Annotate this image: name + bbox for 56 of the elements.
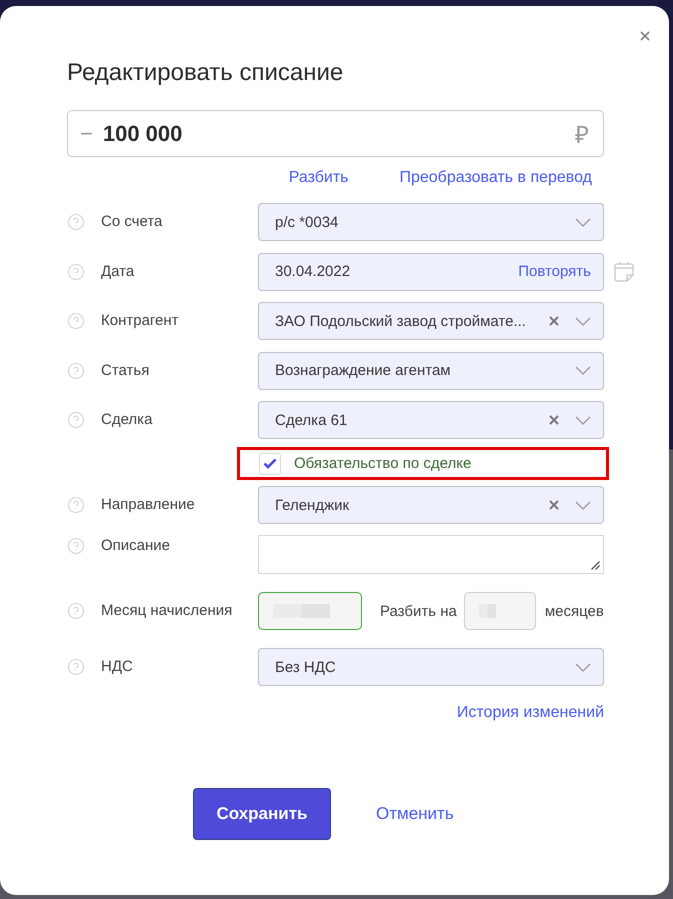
split-label: Разбить на	[380, 602, 457, 620]
textarea-field[interactable]	[258, 535, 604, 574]
history-link[interactable]: История изменений	[456, 703, 604, 723]
help-icon[interactable]	[67, 602, 85, 620]
field-label: Контрагент	[101, 311, 180, 331]
chevron-down-icon	[575, 366, 591, 375]
date-field[interactable]: 30.04.2022 Повторять	[258, 252, 604, 290]
select-field[interactable]: Вознаграждение агентам	[258, 352, 604, 390]
field-label: Со счета	[101, 212, 164, 232]
calendar-icon[interactable]	[614, 261, 634, 282]
field-label: Статья	[101, 360, 150, 380]
save-button[interactable]: Сохранить	[193, 788, 331, 840]
help-icon[interactable]	[67, 312, 85, 330]
chevron-down-icon	[575, 316, 591, 326]
months-count-field[interactable]	[464, 592, 536, 630]
checkmark-icon	[263, 458, 277, 469]
chevron-down-icon	[575, 218, 591, 226]
currency-sign: ₽	[575, 121, 589, 150]
month-input-field[interactable]	[258, 592, 362, 630]
dialog-title: Редактировать списание	[67, 58, 344, 88]
help-icon[interactable]	[67, 537, 85, 555]
select-field[interactable]: Без НДС	[258, 648, 604, 686]
chevron-down-icon	[575, 500, 591, 510]
clear-icon[interactable]	[549, 500, 559, 510]
help-icon[interactable]	[67, 496, 85, 514]
select-field[interactable]: ЗАО Подольский завод строймате...	[258, 302, 604, 340]
clear-icon[interactable]	[549, 316, 559, 326]
close-button[interactable]	[638, 29, 652, 43]
cancel-button[interactable]: Отменить	[376, 804, 454, 824]
action-link[interactable]: Разбить	[288, 168, 348, 188]
amount-field[interactable]: − 100 000 ₽	[67, 110, 604, 157]
close-icon	[638, 29, 652, 43]
help-icon[interactable]	[67, 658, 85, 676]
help-icon[interactable]	[67, 213, 85, 231]
months-unit-label: месяцев	[544, 602, 604, 620]
help-icon[interactable]	[67, 362, 85, 380]
field-label: Описание	[101, 536, 172, 556]
chevron-down-icon	[575, 416, 591, 424]
checkbox-label: Обязательство по сделке	[294, 455, 472, 472]
select-field[interactable]: р/с *0034	[258, 203, 604, 241]
field-label: Дата	[101, 262, 136, 282]
select-field[interactable]: Сделка 61	[258, 401, 604, 439]
repeat-link[interactable]: Повторять	[518, 263, 591, 280]
help-icon[interactable]	[67, 411, 85, 429]
action-link[interactable]: Преобразовать в перевод	[399, 168, 592, 188]
resize-handle-icon[interactable]	[591, 561, 600, 570]
amount-value: 100 000	[102, 120, 182, 146]
clear-icon[interactable]	[549, 415, 559, 425]
field-label: Сделка	[101, 410, 154, 430]
help-icon[interactable]	[67, 262, 85, 280]
select-field[interactable]: Геленджик	[258, 486, 604, 524]
field-label: НДС	[101, 657, 134, 677]
field-label: Направление	[101, 495, 196, 515]
field-label: Месяц начисления	[101, 601, 234, 621]
checkbox[interactable]	[259, 452, 281, 474]
chevron-down-icon	[575, 662, 591, 672]
